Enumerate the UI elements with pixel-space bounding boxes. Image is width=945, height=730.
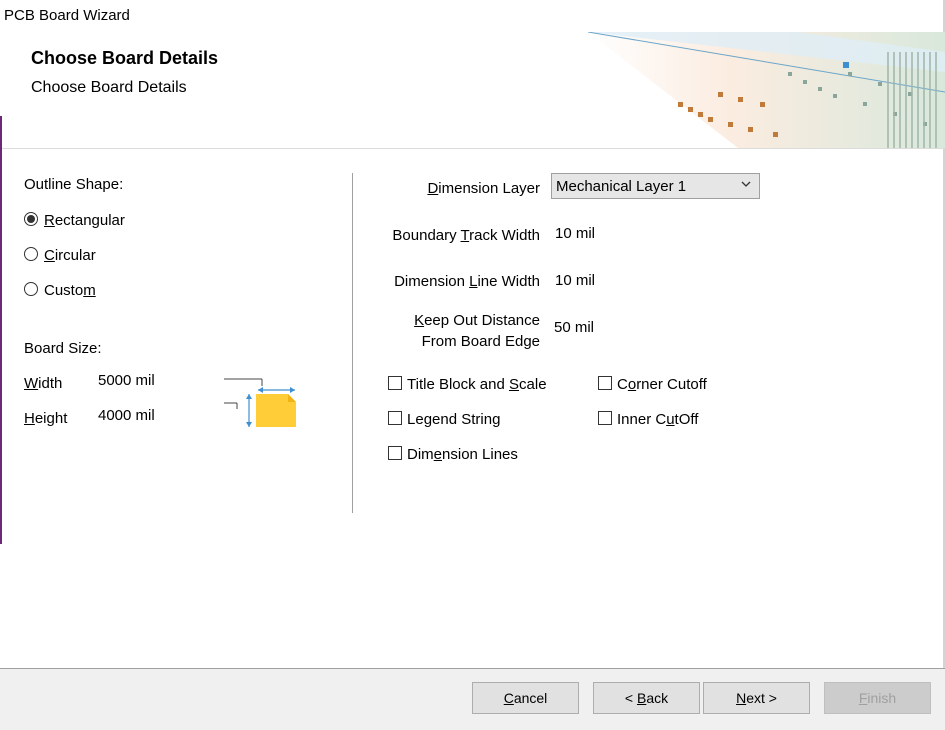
keep-out-distance-label: Keep Out Distance From Board Edge — [414, 312, 540, 350]
chevron-down-icon — [741, 181, 751, 187]
dimension-line-width-label: Dimension Line Width — [394, 273, 540, 290]
checkbox-dimension-lines-box[interactable] — [388, 446, 402, 460]
finish-button[interactable]: Finish — [824, 682, 931, 714]
checkbox-legend-string-box[interactable] — [388, 411, 402, 425]
dimension-layer-label: Dimension Layer — [427, 180, 540, 197]
height-label: Height — [24, 410, 68, 427]
cancel-button[interactable]: Cancel — [472, 682, 579, 714]
pcb-banner-image — [588, 32, 945, 148]
dimension-layer-value: Mechanical Layer 1 — [556, 178, 687, 195]
height-input[interactable]: 4000 mil — [98, 407, 155, 424]
boundary-track-width-label: Boundary Track Width — [392, 227, 540, 244]
radio-rectangular-circle[interactable] — [24, 212, 38, 226]
checkbox-corner-cutoff-box[interactable] — [598, 376, 612, 390]
dimension-layer-select[interactable]: Mechanical Layer 1 — [551, 173, 760, 199]
outline-shape-label: Outline Shape: — [24, 176, 124, 193]
width-label: Width — [24, 375, 63, 392]
checkbox-inner-cutoff-box[interactable] — [598, 411, 612, 425]
window-left-accent — [0, 116, 2, 544]
board-size-label: Board Size: — [24, 340, 102, 357]
boundary-track-width-input[interactable]: 10 mil — [555, 225, 595, 242]
back-button[interactable]: < Back — [593, 682, 700, 714]
dimension-line-width-input[interactable]: 10 mil — [555, 272, 595, 289]
radio-custom-circle[interactable] — [24, 282, 38, 296]
radio-circular-circle[interactable] — [24, 247, 38, 261]
checkbox-title-block-box[interactable] — [388, 376, 402, 390]
next-button[interactable]: Next > — [703, 682, 810, 714]
width-input[interactable]: 5000 mil — [98, 372, 155, 389]
window-title: PCB Board Wizard — [4, 7, 130, 24]
page-subtitle: Choose Board Details — [31, 79, 187, 96]
board-size-diagram-icon — [222, 376, 302, 437]
keep-out-distance-input[interactable]: 50 mil — [554, 319, 594, 336]
page-title: Choose Board Details — [31, 48, 219, 68]
